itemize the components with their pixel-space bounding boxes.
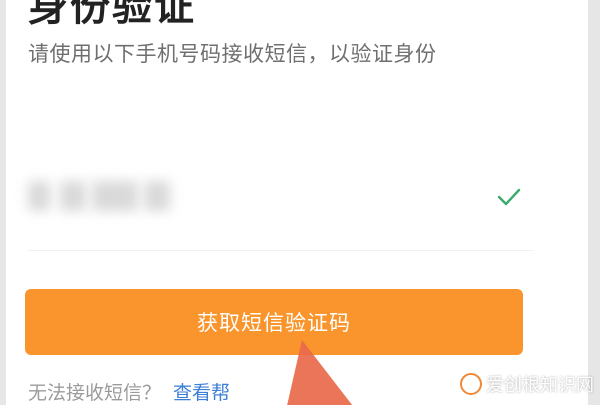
- page-subtitle: 请使用以下手机号码接收短信，以验证身份: [28, 42, 437, 66]
- page-title: 身份验证: [28, 0, 196, 30]
- watermark-logo-icon: [460, 373, 482, 395]
- watermark: 爱创根知识网: [460, 371, 594, 397]
- verification-card: 身份验证 请使用以下手机号码接收短信，以验证身份 获取短信验证码 无法接收短信？…: [6, 0, 588, 405]
- check-icon: [497, 188, 521, 206]
- masked-phone-number: [28, 174, 188, 218]
- view-help-link[interactable]: 查看帮: [173, 382, 230, 404]
- help-footer: 无法接收短信？ 查看帮: [28, 378, 230, 405]
- pointer-arrow-icon: [287, 340, 353, 405]
- phone-number-row: [28, 170, 534, 226]
- cannot-receive-sms-text: 无法接收短信？: [28, 382, 162, 404]
- watermark-text: 爱创根知识网: [486, 375, 594, 396]
- divider: [28, 250, 534, 251]
